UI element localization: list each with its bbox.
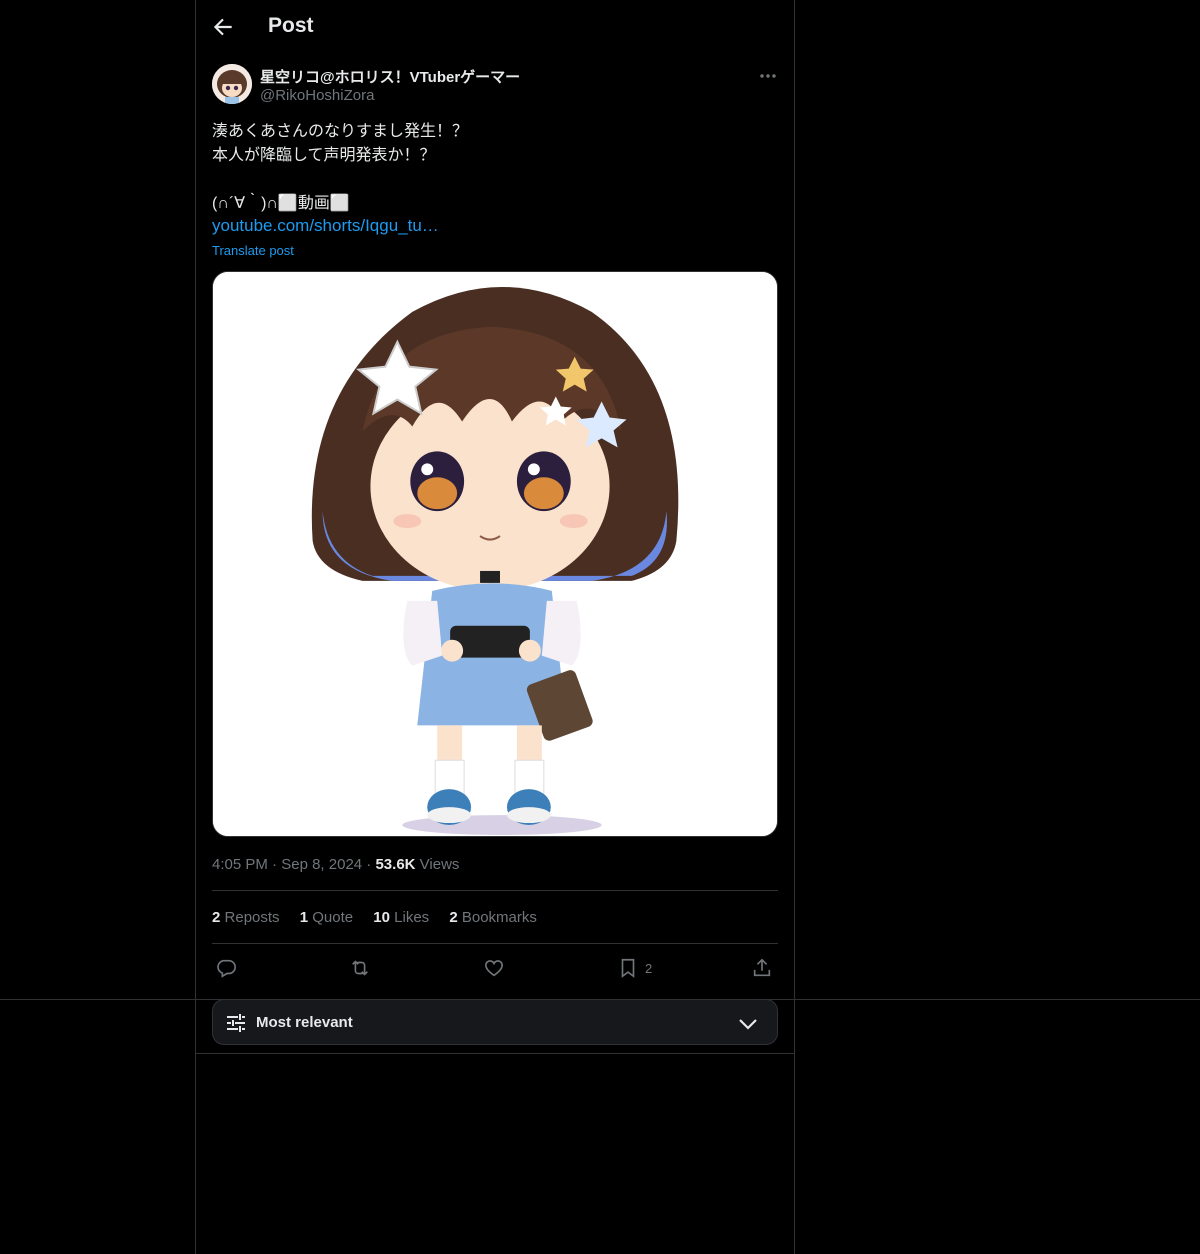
reply-button[interactable] [215, 955, 237, 981]
post-link[interactable]: youtube.com/shorts/Iqgu_tu… [212, 216, 439, 236]
more-options-icon[interactable] [758, 66, 778, 86]
author-handle[interactable]: @RikoHoshiZora [260, 87, 374, 104]
stat-count: 2 [449, 909, 458, 926]
stat-count: 2 [212, 909, 221, 926]
back-arrow-icon[interactable] [210, 14, 236, 40]
bookmark-button[interactable]: 2 [617, 955, 652, 981]
stat-bookmarks[interactable]: 2 Bookmarks [449, 909, 537, 926]
bookmark-icon [621, 958, 635, 978]
action-bar: 2 [212, 955, 778, 981]
meta-dot: · [272, 856, 282, 873]
sort-label: Most relevant [256, 1014, 353, 1031]
heart-icon [484, 960, 504, 977]
engagement-stats: 2 Reposts 1 Quote 10 Likes 2 Bookmarks [212, 909, 553, 926]
translate-post-link[interactable]: Translate post [212, 243, 294, 258]
like-button[interactable] [483, 955, 505, 981]
stat-likes[interactable]: 10 Likes [373, 909, 429, 926]
stat-label: Quote [312, 909, 354, 926]
reply-icon [217, 959, 236, 978]
post-date[interactable]: Sep 8, 2024 [281, 856, 362, 873]
views-label: Views [419, 856, 460, 873]
bookmark-count: 2 [645, 960, 653, 976]
post-meta: 4:05 PM · Sep 8, 2024 · 53.6K Views [212, 856, 459, 873]
replies-sort-dropdown[interactable]: Most relevant [212, 999, 778, 1045]
share-button[interactable] [751, 955, 773, 981]
share-icon [753, 958, 771, 977]
author-name[interactable]: 星空リコ@ホロリス！VTuberゲーマー [260, 66, 520, 87]
post-text: 湊あくあさんのなりすまし発生！？ 本人が降臨して声明発表か！？ (∩´∀｀)∩⬜… [212, 123, 469, 212]
page-title: Post [268, 14, 314, 37]
stat-label: Likes [394, 909, 430, 926]
avatar[interactable] [212, 64, 252, 104]
stat-quotes[interactable]: 1 Quote [300, 909, 353, 926]
stat-count: 1 [299, 909, 309, 926]
chevron-down-icon [737, 1013, 759, 1035]
stat-reposts[interactable]: 2 Reposts [212, 909, 280, 926]
post-image[interactable] [212, 271, 778, 837]
stat-label: Reposts [224, 909, 280, 926]
stat-label: Bookmarks [461, 909, 537, 926]
repost-button[interactable] [349, 955, 371, 981]
post-time[interactable]: 4:05 PM [212, 856, 268, 873]
divider [212, 943, 778, 944]
chibi-girl-illustration [213, 272, 777, 836]
divider [196, 1053, 794, 1054]
main-column: Post 星空リコ@ホロリス！VTuberゲーマー @RikoHoshiZora… [195, 0, 795, 1254]
views-count: 53.6K [375, 856, 416, 873]
repost-icon [352, 960, 368, 976]
divider [212, 890, 778, 891]
sliders-icon [225, 1012, 247, 1034]
stat-count: 10 [373, 909, 390, 926]
page-header: Post [196, 0, 794, 53]
